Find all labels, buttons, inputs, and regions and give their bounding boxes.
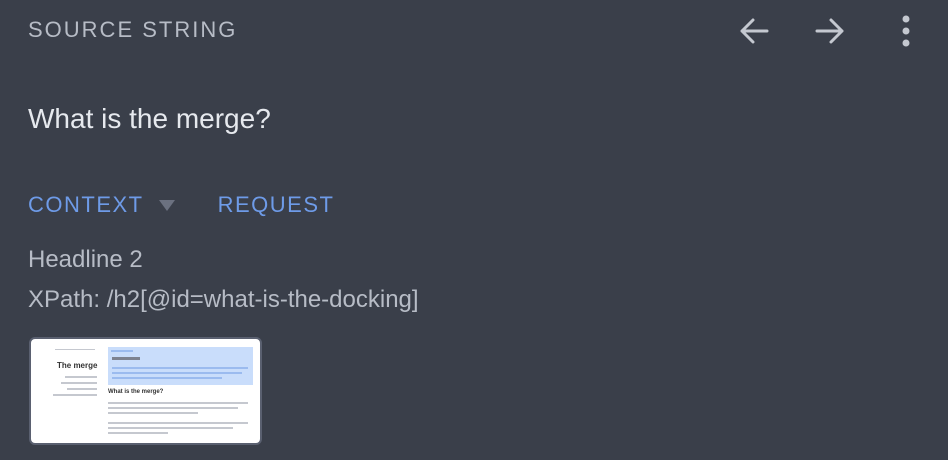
- thumbnail-title: The merge: [57, 361, 98, 370]
- more-vert-icon: [902, 15, 910, 47]
- tab-context[interactable]: CONTEXT: [28, 192, 176, 218]
- context-element-type: Headline 2: [28, 246, 143, 273]
- header-actions: [734, 12, 926, 50]
- arrow-right-icon: [815, 18, 844, 44]
- more-options-button[interactable]: [886, 12, 926, 50]
- source-string-text: What is the merge?: [28, 103, 271, 134]
- context-tabs: CONTEXT REQUEST: [28, 192, 334, 218]
- tab-context-label: CONTEXT: [28, 192, 144, 217]
- thumbnail-page: The merge What is the merge?: [35, 343, 256, 439]
- thumbnail-highlight: [108, 347, 253, 385]
- panel-title: SOURCE STRING: [28, 17, 238, 42]
- caret-down-icon: [158, 192, 176, 218]
- tab-request[interactable]: REQUEST: [218, 192, 335, 218]
- arrow-left-icon: [740, 18, 769, 44]
- previous-button[interactable]: [734, 12, 774, 50]
- next-button[interactable]: [810, 12, 850, 50]
- thumbnail-heading: What is the merge?: [108, 389, 164, 395]
- thumbnail-sidebar: The merge: [35, 343, 105, 439]
- context-xpath: XPath: /h2[@id=what-is-the-docking]: [28, 286, 419, 313]
- context-screenshot-thumbnail[interactable]: The merge What is the merge?: [29, 337, 262, 445]
